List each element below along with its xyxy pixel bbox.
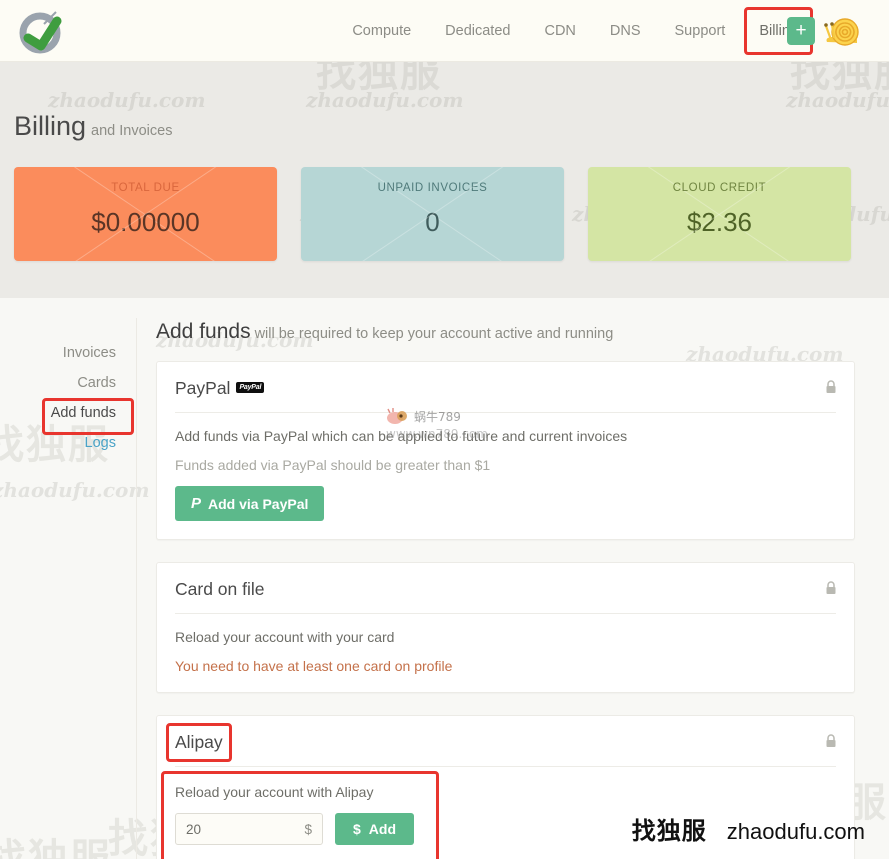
main-nav: Compute Dedicated CDN DNS Support Billin… <box>335 0 815 62</box>
stat-label: UNPAID INVOICES <box>377 182 488 194</box>
add-funds-content: Add funds will be required to keep your a… <box>156 320 855 859</box>
card-on-file-body: Reload your account with your card You n… <box>157 614 854 692</box>
paypal-p-icon: P <box>191 495 202 512</box>
nav-item-dns[interactable]: DNS <box>593 0 658 62</box>
nav-item-dedicated[interactable]: Dedicated <box>428 0 527 62</box>
sidebar-item-cards[interactable]: Cards <box>0 368 122 398</box>
bottom-watermark-domain: zhaodufu.com <box>726 819 865 844</box>
alipay-description: Reload your account with Alipay <box>175 784 374 800</box>
add-via-paypal-label: Add via PayPal <box>208 495 309 512</box>
sidebar-item-add-funds[interactable]: Add funds <box>0 398 134 435</box>
paypal-panel-title: PayPal <box>175 378 231 398</box>
lock-icon <box>826 581 836 594</box>
dollar-icon: $ <box>353 821 361 837</box>
currency-symbol: $ <box>304 821 312 837</box>
stat-card-row: TOTAL DUE $0.00000 UNPAID INVOICES 0 CLO… <box>14 167 875 261</box>
stat-value: 0 <box>425 207 440 237</box>
nav-item-cdn[interactable]: CDN <box>527 0 592 62</box>
bottom-watermark-cn: 找独服 <box>631 817 707 845</box>
alipay-panel-title: Alipay <box>166 723 232 762</box>
bottom-watermark: 找独服 zhaodufu.com <box>632 811 865 846</box>
lock-icon <box>826 380 836 393</box>
page-title: Billing and Invoices <box>14 111 172 142</box>
alipay-amount-field[interactable]: $ <box>175 813 323 845</box>
card-on-file-title: Card on file <box>175 579 265 599</box>
section-heading-sub: will be required to keep your account ac… <box>254 326 614 342</box>
stat-label: CLOUD CREDIT <box>672 182 767 194</box>
snail-mascot-icon <box>824 18 859 46</box>
paypal-minimum-note: Funds added via PayPal should be greater… <box>175 457 491 473</box>
stat-label: TOTAL DUE <box>111 182 180 194</box>
alipay-add-button[interactable]: $ Add <box>335 813 415 845</box>
page-title-main: Billing <box>14 111 87 141</box>
card-on-file-header: Card on file <box>157 563 854 613</box>
stat-value: $2.36 <box>686 207 753 237</box>
card-on-file-panel: Card on file Reload your account with yo… <box>156 562 855 693</box>
gear-arrow-logo[interactable] <box>14 6 66 58</box>
alipay-panel-header: Alipay <box>157 716 854 766</box>
stat-value: $0.00000 <box>91 207 200 237</box>
add-via-paypal-button[interactable]: P Add via PayPal <box>175 486 325 521</box>
section-heading-main: Add funds <box>156 320 251 343</box>
stat-card-total-due: TOTAL DUE $0.00000 <box>14 167 277 261</box>
sidebar-divider <box>136 318 137 859</box>
paypal-panel: PayPal PayPal Add funds via PayPal which … <box>156 361 855 540</box>
stat-card-cloud-credit: CLOUD CREDIT $2.36 <box>588 167 851 261</box>
alipay-add-label: Add <box>368 821 397 837</box>
section-heading: Add funds will be required to keep your a… <box>156 320 855 344</box>
card-on-file-description: Reload your account with your card <box>175 629 395 645</box>
sidebar-item-invoices[interactable]: Invoices <box>0 338 122 368</box>
sidebar-item-logs[interactable]: Logs <box>0 428 122 458</box>
billing-page: 找独服 zhaodufu.com 找独服 zhaodufu.com zhaodu… <box>0 0 889 859</box>
nav-item-support[interactable]: Support <box>658 0 743 62</box>
lock-icon <box>826 734 836 747</box>
top-nav-bar: Compute Dedicated CDN DNS Support Billin… <box>0 0 889 62</box>
card-on-file-warning: You need to have at least one card on pr… <box>175 658 453 674</box>
nav-item-compute[interactable]: Compute <box>335 0 428 62</box>
paypal-logo-badge: PayPal <box>236 382 265 393</box>
page-title-sub: and Invoices <box>91 123 173 139</box>
paypal-panel-header: PayPal PayPal <box>157 362 854 412</box>
add-new-button[interactable]: + <box>787 17 815 45</box>
paypal-panel-body: Add funds via PayPal which can be applie… <box>157 413 854 539</box>
alipay-amount-input[interactable] <box>186 821 286 837</box>
billing-sidebar: Invoices Cards Add funds Logs <box>0 338 134 458</box>
paypal-description: Add funds via PayPal which can be applie… <box>175 428 628 444</box>
stat-card-unpaid-invoices: UNPAID INVOICES 0 <box>301 167 564 261</box>
